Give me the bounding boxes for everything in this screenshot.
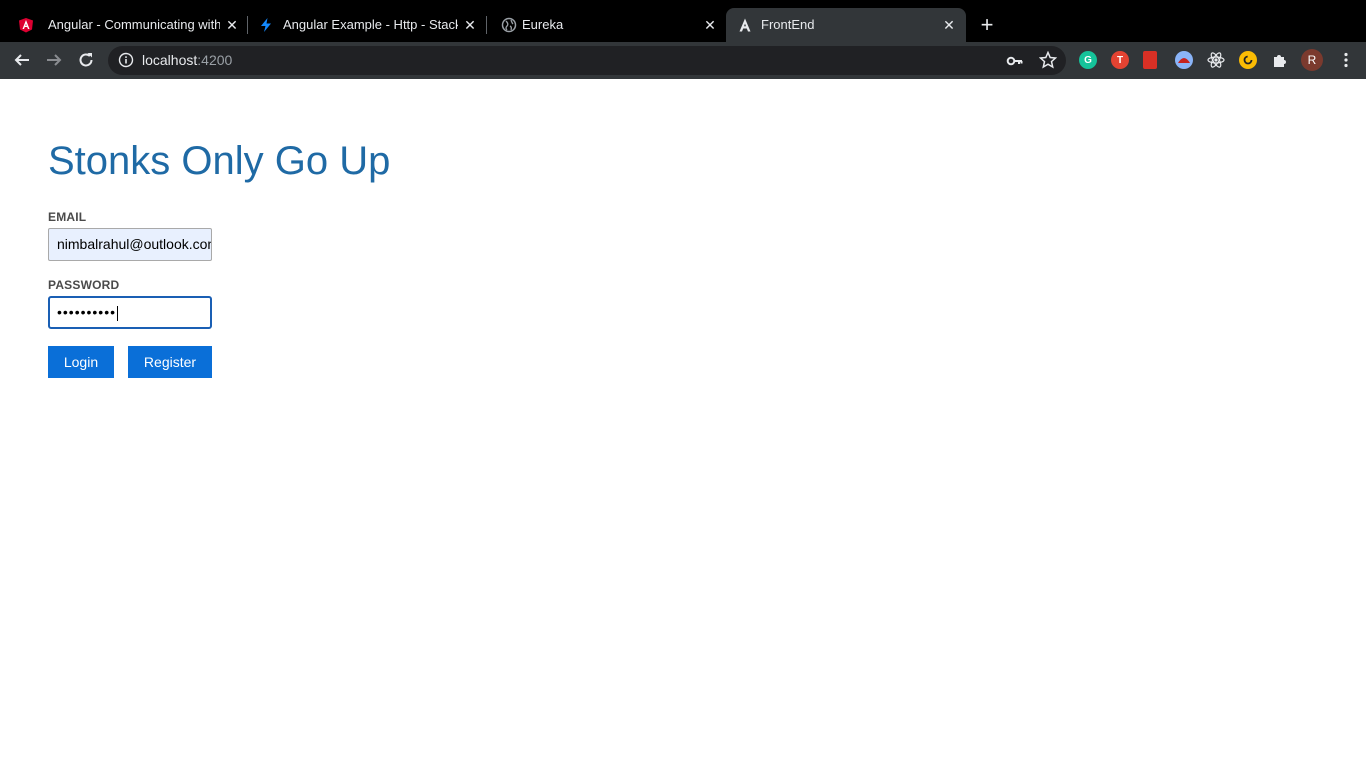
kebab-menu-icon <box>1344 52 1348 68</box>
tab-title: Angular Example - Http - Stack <box>283 17 458 32</box>
info-icon[interactable] <box>118 52 134 68</box>
new-tab-button[interactable]: + <box>976 14 998 36</box>
google-keep-icon[interactable] <box>1239 51 1257 69</box>
arrow-left-icon <box>14 54 29 66</box>
url-port: :4200 <box>197 52 233 68</box>
tab-title: Angular - Communicating with <box>48 17 220 32</box>
password-mask: •••••••••• <box>57 304 117 320</box>
close-icon[interactable]: ✕ <box>461 16 479 34</box>
angular-red-icon <box>18 17 34 33</box>
menu-button[interactable] <box>1334 48 1358 72</box>
tab-title: FrontEnd <box>761 17 815 32</box>
star-icon[interactable] <box>1038 50 1058 69</box>
forward-button[interactable] <box>42 48 66 72</box>
text-caret <box>117 305 119 321</box>
tab-angular-communicating[interactable]: Angular - Communicating with ✕ <box>4 8 244 42</box>
tab-title: Eureka <box>522 17 564 32</box>
address-bar[interactable]: localhost:4200 <box>108 46 1066 75</box>
page-title: Stonks Only Go Up <box>48 139 391 183</box>
email-label: EMAIL <box>48 210 87 224</box>
close-icon[interactable]: ✕ <box>223 16 241 34</box>
grammarly-icon[interactable]: G <box>1079 51 1097 69</box>
key-icon[interactable] <box>1006 52 1024 70</box>
tab-frontend-active[interactable]: FrontEnd ✕ <box>726 8 966 42</box>
arrow-right-icon <box>47 54 62 66</box>
tab-eureka[interactable]: Eureka ✕ <box>487 8 725 42</box>
page-content: Stonks Only Go Up EMAIL nimbalrahul@outl… <box>0 79 1366 768</box>
email-field[interactable]: nimbalrahul@outlook.com <box>48 228 212 261</box>
profile-avatar[interactable]: R <box>1301 49 1323 71</box>
todoist-icon[interactable]: T <box>1111 51 1129 69</box>
url-text: localhost:4200 <box>142 52 232 69</box>
bookmark-red-icon[interactable] <box>1143 51 1157 69</box>
reload-icon <box>79 53 93 67</box>
login-button[interactable]: Login <box>48 346 114 378</box>
react-devtools-icon[interactable] <box>1207 51 1225 69</box>
close-icon[interactable]: ✕ <box>701 16 719 34</box>
tab-angular-example-stackblitz[interactable]: Angular Example - Http - Stack ✕ <box>248 8 486 42</box>
globe-icon <box>501 17 517 33</box>
password-label: PASSWORD <box>48 278 120 292</box>
angular-icon <box>737 17 753 33</box>
register-button[interactable]: Register <box>128 346 212 378</box>
close-icon[interactable]: ✕ <box>940 16 958 34</box>
hat-icon[interactable] <box>1175 51 1193 69</box>
extensions-puzzle-icon[interactable] <box>1271 51 1289 69</box>
password-field[interactable]: •••••••••• <box>48 296 212 329</box>
browser-toolbar: localhost:4200 G T R <box>0 42 1366 79</box>
reload-button[interactable] <box>74 48 98 72</box>
back-button[interactable] <box>10 48 34 72</box>
url-host: localhost <box>142 52 198 68</box>
stackblitz-bolt-icon <box>258 17 274 33</box>
tab-strip: Angular - Communicating with ✕ Angular E… <box>0 0 1366 42</box>
